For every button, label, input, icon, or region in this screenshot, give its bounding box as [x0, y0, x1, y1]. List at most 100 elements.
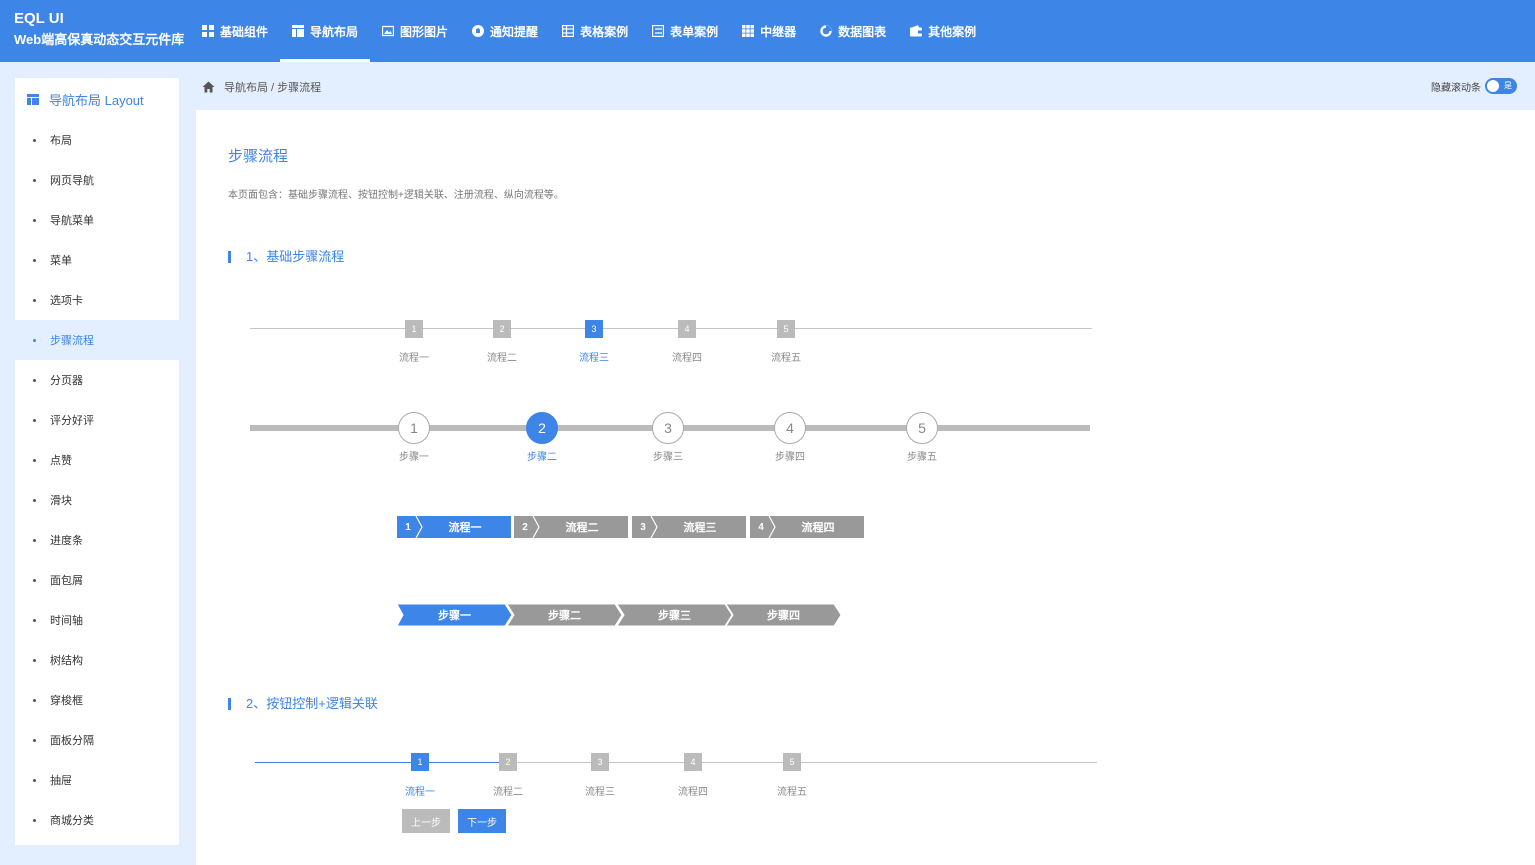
- step-number: 4: [758, 521, 764, 533]
- sidebar-item-label: 网页导航: [50, 175, 94, 187]
- grid-icon: [202, 25, 214, 37]
- bullet-dot: [33, 458, 36, 462]
- layout-icon: [292, 25, 305, 37]
- nav-label: 通知提醒: [490, 24, 539, 39]
- step-chevron[interactable]: 步骤三: [617, 604, 733, 626]
- step-arrow-box[interactable]: 1 流程一: [397, 516, 511, 538]
- nav-item-image[interactable]: 图形图片: [370, 0, 460, 62]
- bullet-dot: [33, 738, 36, 742]
- prev-step-button[interactable]: 上一步: [402, 809, 450, 833]
- wallet-icon: [910, 25, 923, 37]
- sidebar-item-label: 抽屉: [50, 775, 72, 787]
- scrollbar-toggle[interactable]: 是: [1485, 78, 1517, 94]
- step-label: 步骤四: [775, 452, 805, 463]
- bullet-dot: [33, 818, 36, 822]
- scrollbar-toggle-label: 隐藏滚动条: [1431, 82, 1481, 94]
- sidebar-item-label: 布局: [50, 135, 72, 147]
- step-label: 步骤二: [548, 610, 581, 622]
- step-label: 步骤一: [399, 452, 429, 463]
- sidebar-item[interactable]: 滑块: [15, 480, 179, 520]
- sidebar-item[interactable]: 穿梭框: [15, 680, 179, 720]
- sidebar-list: 布局网页导航导航菜单 菜单 选项卡 步骤流程 分页器评分好评点赞 滑块 进度条面包屑时间轴树…: [15, 120, 179, 840]
- nav-item-repeater[interactable]: 中继器: [730, 0, 808, 62]
- step-circle[interactable]: 2: [526, 412, 558, 444]
- scrollbar-toggle-group: 隐藏滚动条 是: [1431, 78, 1517, 94]
- step-number: 2: [522, 521, 528, 533]
- nav-item-other[interactable]: 其他案例: [898, 0, 988, 62]
- nav-label: 导航布局: [310, 24, 359, 39]
- section-title-basic: 1、基础步骤流程: [228, 250, 344, 263]
- nav-label: 表单案例: [670, 24, 719, 39]
- nav-item-basic[interactable]: 基础组件: [190, 0, 280, 62]
- step-label: 流程四: [801, 522, 835, 534]
- step-chevron[interactable]: 步骤一: [397, 604, 513, 626]
- nav-item-form[interactable]: 表单案例: [640, 0, 730, 62]
- step-circle[interactable]: 4: [774, 412, 806, 444]
- brand: EQL UI Web端高保真动态交互元件库: [14, 10, 184, 51]
- sidebar-item[interactable]: 点赞: [15, 440, 179, 480]
- sidebar-item-label: 面包屑: [50, 575, 83, 587]
- sidebar-item[interactable]: 导航菜单: [15, 200, 179, 240]
- sidebar-item[interactable]: 时间轴: [15, 600, 179, 640]
- step-marker[interactable]: 4: [684, 753, 702, 771]
- layout-icon: [27, 93, 39, 105]
- sidebar-item[interactable]: 网页导航: [15, 160, 179, 200]
- step-marker[interactable]: 4: [678, 320, 696, 338]
- bullet-dot: [33, 178, 36, 182]
- step-chevron[interactable]: 步骤四: [726, 604, 842, 626]
- sidebar-item-label: 商城分类: [50, 815, 94, 827]
- step-arrow-box[interactable]: 4 流程四: [750, 516, 864, 538]
- step-label: 流程一: [448, 522, 482, 534]
- toggle-state: 是: [1504, 81, 1512, 90]
- form-icon: [652, 25, 665, 37]
- bullet-dot: [33, 378, 36, 382]
- sidebar-item[interactable]: 抽屉: [15, 760, 179, 800]
- sidebar-item[interactable]: 分页器: [15, 360, 179, 400]
- sidebar-item[interactable]: 评分好评: [15, 400, 179, 440]
- sidebar-item-label: 穿梭框: [50, 695, 83, 707]
- step-marker[interactable]: 5: [777, 320, 795, 338]
- sidebar-header[interactable]: 导航布局 Layout: [15, 78, 179, 120]
- bullet-dot: [33, 298, 36, 302]
- sidebar-item[interactable]: 面包屑: [15, 560, 179, 600]
- next-step-button[interactable]: 下一步: [458, 809, 506, 833]
- sidebar-item[interactable]: 菜单: [15, 240, 179, 280]
- sidebar-item[interactable]: 商城分类: [15, 800, 179, 840]
- step-marker[interactable]: 5: [783, 753, 801, 771]
- nav-item-notify[interactable]: 通知提醒: [460, 0, 550, 62]
- sidebar-item[interactable]: 进度条: [15, 520, 179, 560]
- brand-title: EQL UI: [14, 10, 64, 27]
- step-marker[interactable]: 3: [591, 753, 609, 771]
- step-label: 流程五: [771, 353, 801, 364]
- step-marker[interactable]: 1: [405, 320, 423, 338]
- sidebar-item[interactable]: 布局: [15, 120, 179, 160]
- nav-item-layout[interactable]: 导航布局: [280, 0, 371, 62]
- nav-label: 数据图表: [838, 24, 887, 39]
- step-arrow-box[interactable]: 2 流程二: [514, 516, 628, 538]
- sidebar-item[interactable]: 面板分隔: [15, 720, 179, 760]
- step-arrow-box[interactable]: 3 流程三: [632, 516, 746, 538]
- sidebar-item[interactable]: 选项卡: [15, 280, 179, 320]
- step-marker[interactable]: 2: [493, 320, 511, 338]
- home-icon[interactable]: [202, 81, 215, 93]
- bullet-dot: [33, 618, 36, 622]
- step-label: 步骤三: [653, 452, 683, 463]
- step-label: 流程三: [683, 522, 717, 534]
- steps-track: [250, 328, 1092, 329]
- nav-item-chart[interactable]: 数据图表: [808, 0, 898, 62]
- step-marker[interactable]: 1: [411, 753, 429, 771]
- chart-icon: [820, 25, 832, 37]
- sidebar-item-label: 评分好评: [50, 415, 94, 427]
- step-circle[interactable]: 5: [906, 412, 938, 444]
- nav-item-table[interactable]: 表格案例: [550, 0, 640, 62]
- step-chevron[interactable]: 步骤二: [507, 604, 623, 626]
- main-nav: 基础组件 导航布局 图形图片 通知提醒 表格案例 表单案例 中继器 数据图表 其…: [190, 0, 988, 62]
- step-circle[interactable]: 1: [398, 412, 430, 444]
- step-marker[interactable]: 3: [585, 320, 603, 338]
- nav-label: 图形图片: [400, 24, 449, 39]
- bullet-dot: [33, 138, 36, 142]
- sidebar-item[interactable]: 树结构: [15, 640, 179, 680]
- step-circle[interactable]: 3: [652, 412, 684, 444]
- sidebar-item[interactable]: 步骤流程: [15, 320, 179, 360]
- step-marker[interactable]: 2: [499, 753, 517, 771]
